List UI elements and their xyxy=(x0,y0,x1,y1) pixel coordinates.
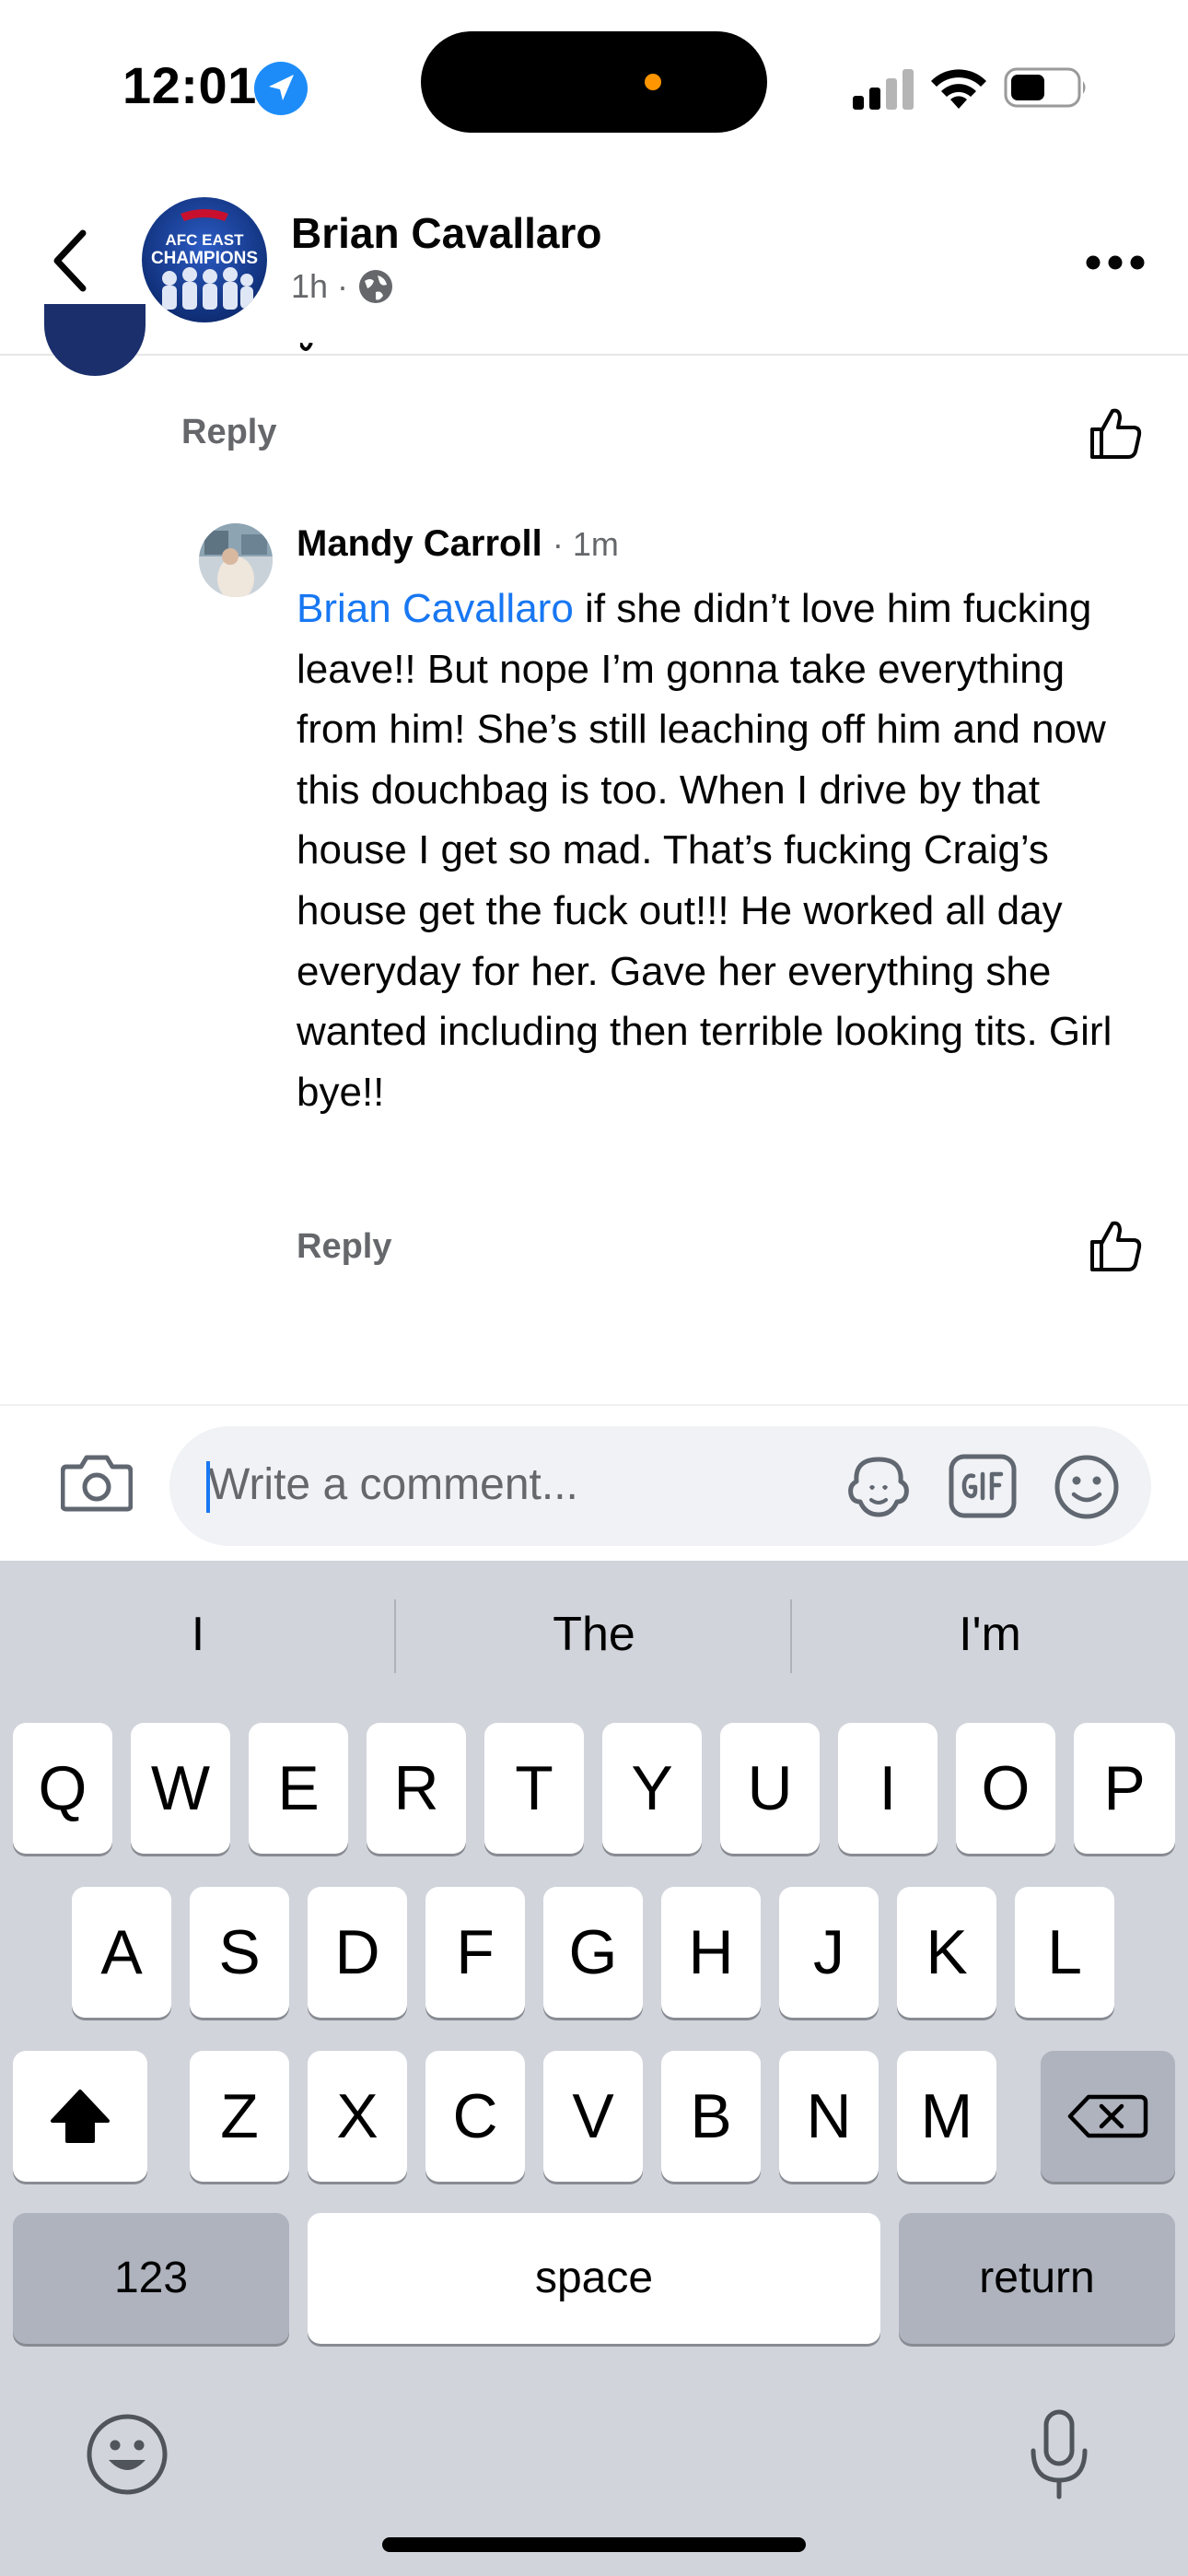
post-header: AFC EAST CHAMPIONS Brian Cavallaro 1h · xyxy=(0,175,1188,356)
status-bar: 12:01 xyxy=(0,0,1188,175)
key-w[interactable]: W xyxy=(131,1723,230,1854)
globe-icon xyxy=(359,270,393,303)
key-x[interactable]: X xyxy=(308,2051,407,2182)
key-t[interactable]: T xyxy=(484,1723,584,1854)
cellular-signal-icon xyxy=(853,69,914,110)
suggestion-1[interactable]: I xyxy=(0,1596,396,1673)
key-h[interactable]: H xyxy=(661,1887,761,2018)
key-p[interactable]: P xyxy=(1074,1723,1175,1854)
status-time: 12:01 xyxy=(122,56,257,114)
reply-button[interactable]: Reply xyxy=(181,413,276,452)
key-b[interactable]: B xyxy=(661,2051,761,2182)
key-u[interactable]: U xyxy=(720,1723,820,1854)
key-z[interactable]: Z xyxy=(190,2051,289,2182)
back-chevron-icon[interactable] xyxy=(46,226,94,296)
commenter-avatar-photo xyxy=(199,523,273,597)
key-f[interactable]: F xyxy=(425,1887,525,2018)
location-arrow-icon xyxy=(254,62,308,115)
key-l[interactable]: L xyxy=(1015,1887,1114,2018)
home-indicator[interactable] xyxy=(382,2537,806,2552)
suggestion-2[interactable]: The xyxy=(396,1596,792,1673)
numbers-key[interactable]: 123 xyxy=(13,2213,289,2344)
previous-commenter-avatar[interactable] xyxy=(44,304,146,376)
previous-comment-text-cutoff xyxy=(300,343,313,351)
emoji-icon[interactable] xyxy=(1052,1454,1122,1520)
commenter-name: Mandy Carroll · 1m xyxy=(297,523,619,565)
key-r[interactable]: R xyxy=(367,1723,466,1854)
comment-text: if she didn’t love him fucking leave!! B… xyxy=(297,586,1112,1115)
shift-arrow-icon xyxy=(51,2090,110,2143)
commenter-name-text[interactable]: Mandy Carroll xyxy=(297,523,542,564)
key-d[interactable]: D xyxy=(308,1887,407,2018)
meta-separator: · xyxy=(337,267,349,305)
predictive-text-bar: I The I'm xyxy=(0,1596,1188,1673)
key-n[interactable]: N xyxy=(779,2051,879,2182)
key-c[interactable]: C xyxy=(425,2051,525,2182)
camera-indicator-dot xyxy=(645,74,661,90)
key-o[interactable]: O xyxy=(956,1723,1055,1854)
svg-text:AFC EAST: AFC EAST xyxy=(166,231,245,249)
key-g[interactable]: G xyxy=(543,1887,643,2018)
key-i[interactable]: I xyxy=(838,1723,938,1854)
comment-input-placeholder: Write a comment... xyxy=(208,1460,578,1509)
svg-text:CHAMPIONS: CHAMPIONS xyxy=(151,249,258,268)
comment-body: Brian Cavallaro if she didn’t love him f… xyxy=(297,579,1153,1122)
on-screen-keyboard: I The I'm Q W E R T Y U I O P A S D F G … xyxy=(0,1561,1188,2576)
suggestion-3[interactable]: I'm xyxy=(792,1596,1188,1673)
commenter-avatar[interactable] xyxy=(199,523,273,597)
key-j[interactable]: J xyxy=(779,1887,879,2018)
like-thumb-icon[interactable] xyxy=(1087,405,1144,461)
dictation-mic-icon[interactable] xyxy=(1026,2408,1092,2500)
comment-time: · 1m xyxy=(552,525,619,563)
more-options-icon[interactable] xyxy=(1085,252,1146,273)
gif-icon[interactable] xyxy=(949,1454,1017,1518)
post-time: 1h xyxy=(291,267,329,305)
wifi-icon xyxy=(931,69,986,109)
text-caret xyxy=(206,1461,210,1513)
comment-input[interactable]: Write a comment... xyxy=(169,1426,1151,1546)
mention-link[interactable]: Brian Cavallaro xyxy=(297,586,574,631)
return-key[interactable]: return xyxy=(899,2213,1175,2344)
post-meta: 1h · xyxy=(291,267,394,306)
key-s[interactable]: S xyxy=(190,1887,289,2018)
battery-icon xyxy=(1004,67,1086,108)
keyboard-emoji-icon[interactable] xyxy=(85,2412,169,2497)
author-name[interactable]: Brian Cavallaro xyxy=(291,208,601,258)
dynamic-island xyxy=(421,31,767,133)
comment-composer: Write a comment... xyxy=(0,1404,1188,1561)
backspace-icon xyxy=(1067,2094,1148,2138)
key-m[interactable]: M xyxy=(897,2051,996,2182)
author-avatar[interactable]: AFC EAST CHAMPIONS xyxy=(142,197,267,322)
key-y[interactable]: Y xyxy=(602,1723,702,1854)
key-k[interactable]: K xyxy=(897,1887,996,2018)
avatar-sticker-icon[interactable] xyxy=(844,1454,914,1518)
shift-key[interactable] xyxy=(13,2051,147,2182)
like-thumb-icon[interactable] xyxy=(1087,1218,1144,1273)
key-e[interactable]: E xyxy=(249,1723,348,1854)
avatar-artwork: AFC EAST CHAMPIONS xyxy=(151,209,258,310)
camera-icon[interactable] xyxy=(61,1452,133,1513)
delete-key[interactable] xyxy=(1041,2051,1175,2182)
key-a[interactable]: A xyxy=(72,1887,171,2018)
key-q[interactable]: Q xyxy=(13,1723,112,1854)
key-v[interactable]: V xyxy=(543,2051,643,2182)
space-key[interactable]: space xyxy=(308,2213,880,2344)
reply-button[interactable]: Reply xyxy=(297,1227,391,1267)
